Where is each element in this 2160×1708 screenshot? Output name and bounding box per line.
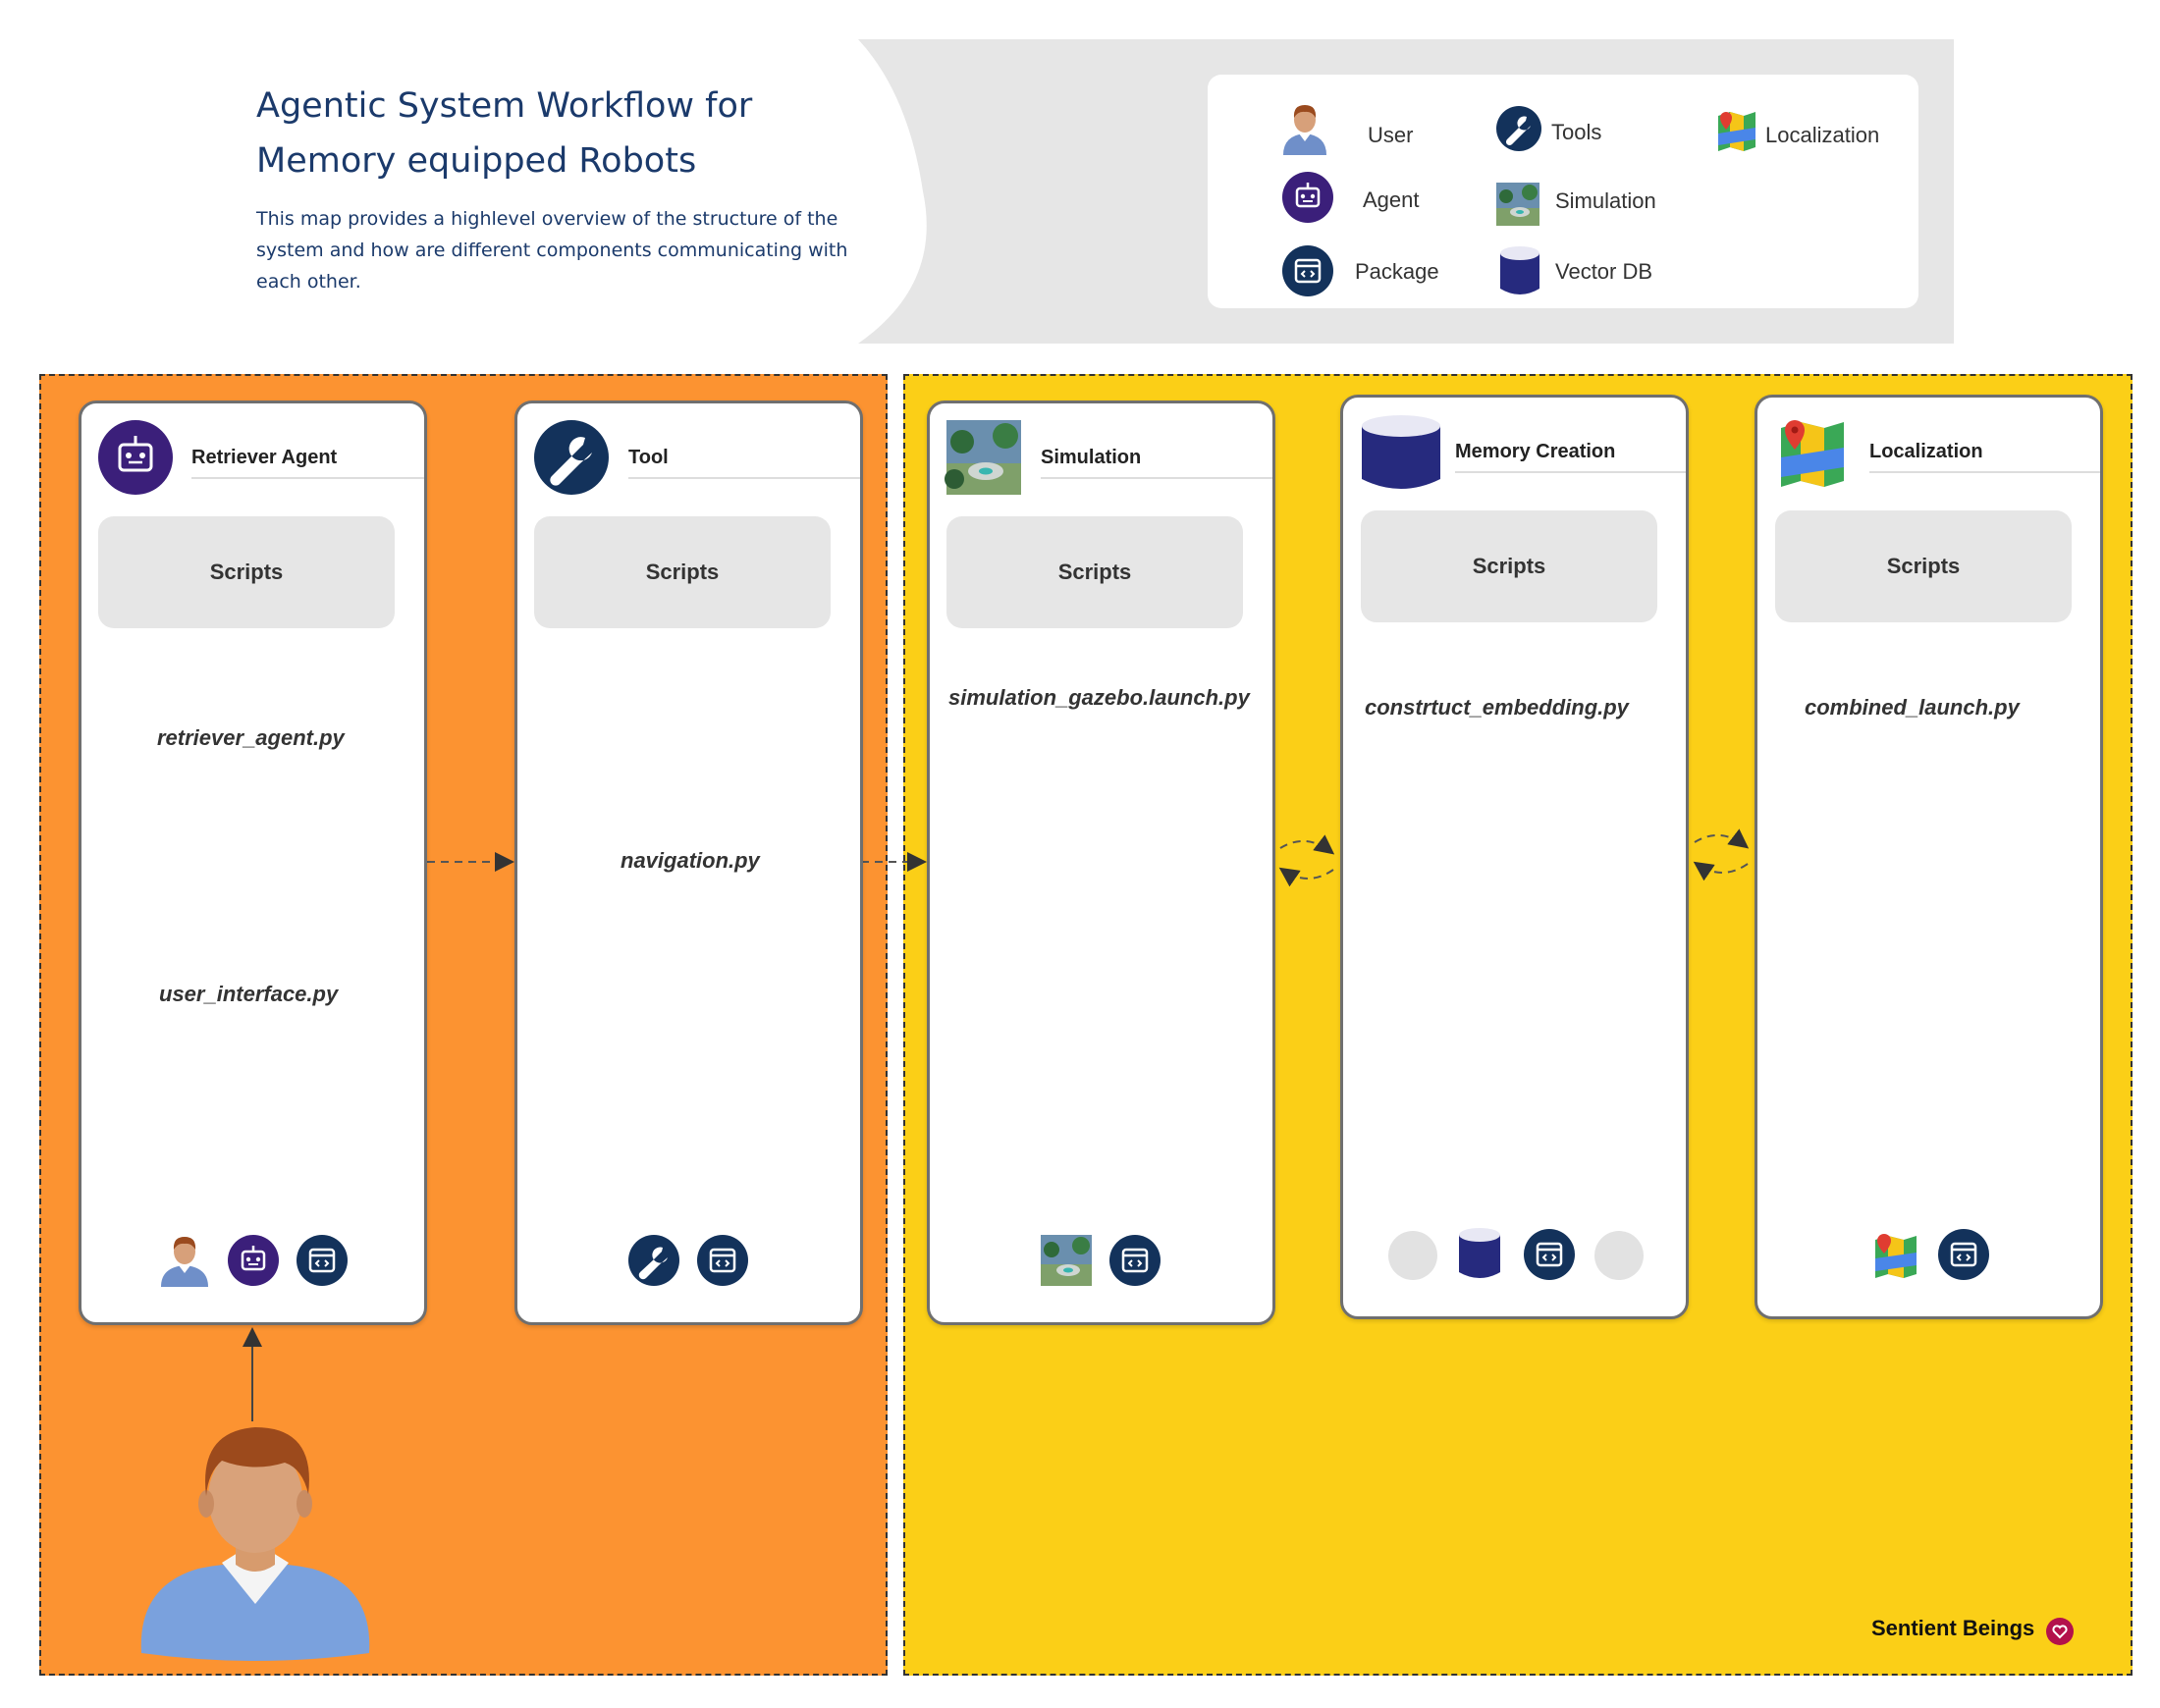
heart-icon <box>2046 1618 2074 1645</box>
localization-title: Localization <box>1869 441 1983 462</box>
package-icon <box>1524 1229 1575 1280</box>
package-icon <box>697 1235 748 1286</box>
wrench-icon <box>534 420 609 495</box>
file-retriever-agent[interactable]: retriever_agent.py <box>157 725 345 751</box>
simulation-icon <box>1041 1235 1092 1286</box>
title-divider <box>628 477 860 479</box>
brand-label: Sentient Beings <box>1871 1616 2035 1640</box>
placeholder-icon <box>1388 1231 1437 1280</box>
simulation-icon <box>945 420 1021 495</box>
package-icon <box>1109 1235 1161 1286</box>
file-combined-launch[interactable]: combined_launch.py <box>1805 695 2020 721</box>
vector-db-icon <box>1459 1228 1500 1278</box>
file-simulation-gazebo-launch[interactable]: simulation_gazebo.launch.py <box>948 685 1250 711</box>
simulation-title: Simulation <box>1041 447 1142 468</box>
scripts-header: Scripts <box>534 516 831 628</box>
scripts-header: Scripts <box>1775 510 2072 622</box>
user-icon <box>161 1237 208 1287</box>
wrench-icon <box>628 1235 679 1286</box>
agent-icon <box>98 420 173 495</box>
scripts-header: Scripts <box>946 516 1243 628</box>
title-divider <box>1041 477 1272 479</box>
title-divider <box>1455 471 1686 473</box>
title-divider <box>1869 471 2100 473</box>
memory-creation-title: Memory Creation <box>1455 441 1616 462</box>
placeholder-icon <box>1594 1231 1644 1280</box>
package-icon <box>1938 1229 1989 1280</box>
file-construct-embedding[interactable]: constrtuct_embedding.py <box>1365 695 1629 721</box>
vector-db-icon <box>1362 415 1440 489</box>
map-icon <box>1875 1234 1917 1278</box>
package-icon <box>297 1235 348 1286</box>
scripts-header: Scripts <box>1361 510 1657 622</box>
user-avatar <box>140 1427 370 1661</box>
title-divider <box>191 477 424 479</box>
agent-icon <box>228 1235 279 1286</box>
file-navigation[interactable]: navigation.py <box>621 848 760 874</box>
map-icon <box>1781 420 1844 487</box>
retriever-agent-title: Retriever Agent <box>191 447 338 468</box>
file-user-interface[interactable]: user_interface.py <box>159 982 338 1007</box>
tool-title: Tool <box>628 447 669 468</box>
scripts-header: Scripts <box>98 516 395 628</box>
